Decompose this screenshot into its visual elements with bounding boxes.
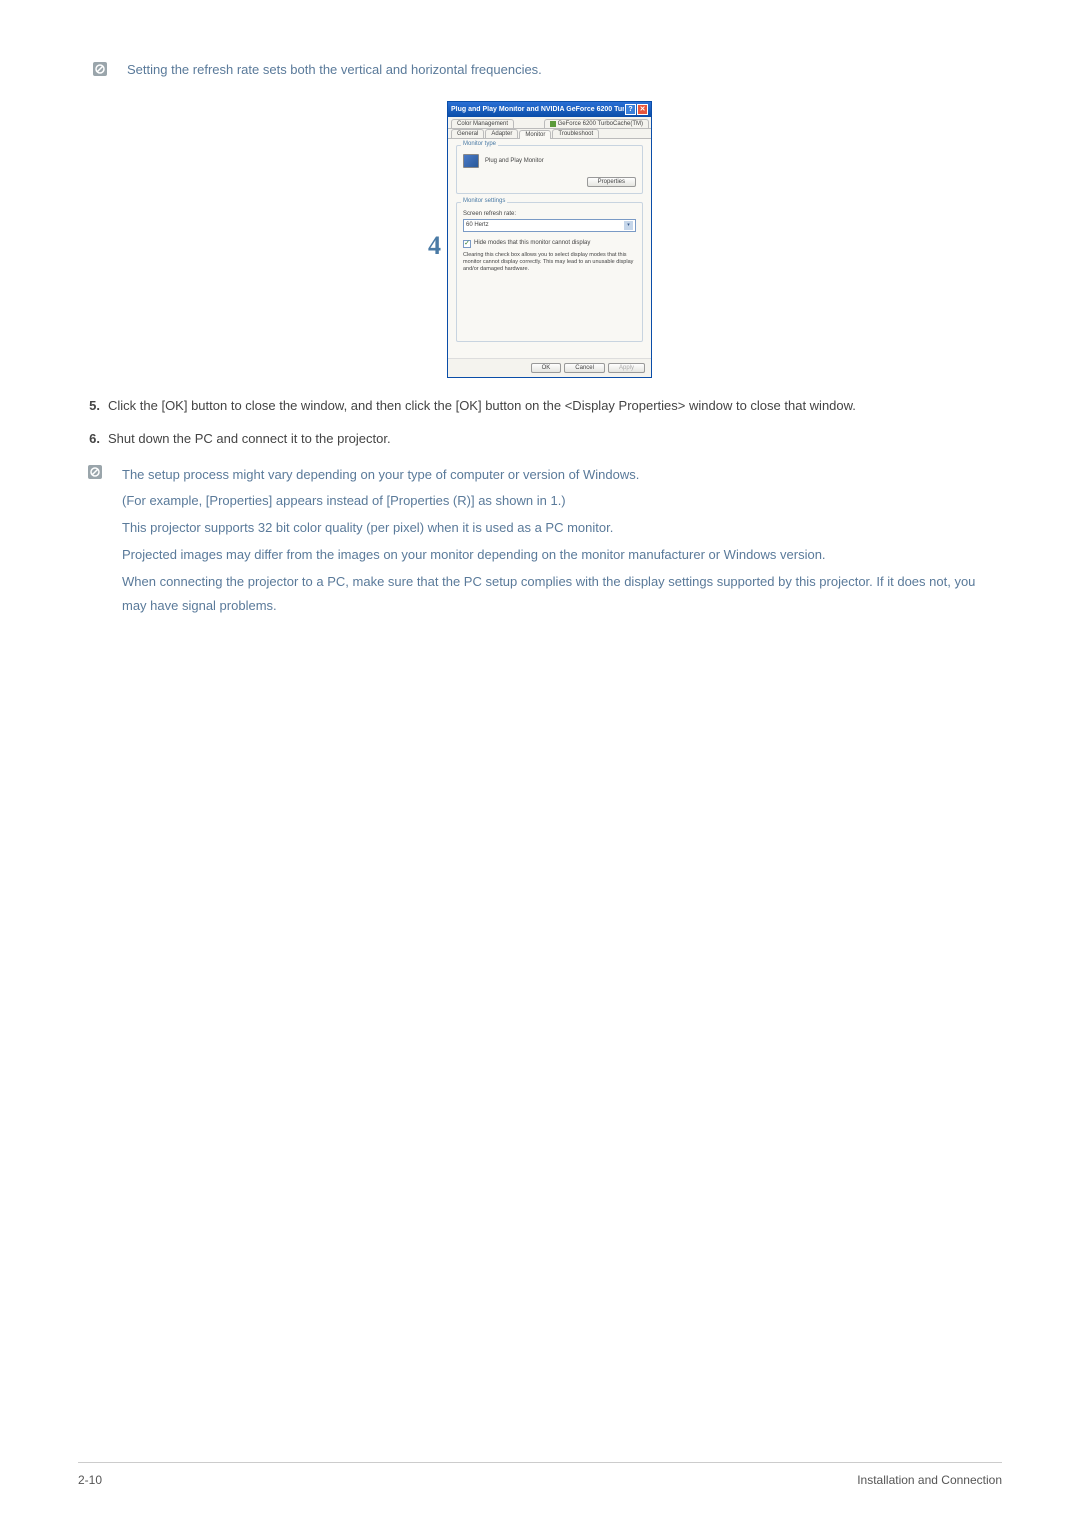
blue-notes-block: The setup process might vary depending o… xyxy=(78,463,1002,619)
step-6-number: 6. xyxy=(78,429,100,449)
step-6: 6. Shut down the PC and connect it to th… xyxy=(78,429,1002,449)
refresh-rate-dropdown[interactable]: 60 Hertz ▾ xyxy=(463,219,636,232)
hide-modes-checkbox[interactable]: ✓ xyxy=(463,240,471,248)
intro-note-row: Setting the refresh rate sets both the v… xyxy=(93,60,1002,81)
cancel-button[interactable]: Cancel xyxy=(564,363,605,373)
note-row-1: The setup process might vary depending o… xyxy=(88,463,1002,488)
hide-modes-help-text: Clearing this check box allows you to se… xyxy=(463,252,636,273)
step-5-text: Click the [OK] button to close the windo… xyxy=(108,396,856,416)
close-button[interactable]: ✕ xyxy=(637,104,648,115)
chevron-down-icon: ▾ xyxy=(624,221,633,230)
monitor-type-fieldset: Monitor type Plug and Play Monitor Prope… xyxy=(456,145,643,194)
note-5: When connecting the projector to a PC, m… xyxy=(122,570,1002,619)
note-row-5: When connecting the projector to a PC, m… xyxy=(88,570,1002,619)
tab-color-management[interactable]: Color Management xyxy=(451,119,514,128)
note-icon xyxy=(93,62,107,76)
steps-list: 5. Click the [OK] button to close the wi… xyxy=(78,396,1002,449)
note-row-4: Projected images may differ from the ima… xyxy=(88,543,1002,568)
tab-troubleshoot[interactable]: Troubleshoot xyxy=(552,129,599,138)
step-5: 5. Click the [OK] button to close the wi… xyxy=(78,396,1002,416)
page-footer: 2-10 Installation and Connection xyxy=(78,1462,1002,1487)
properties-button[interactable]: Properties xyxy=(587,177,636,187)
note-icon xyxy=(88,465,102,479)
monitor-type-legend: Monitor type xyxy=(461,141,498,147)
hide-modes-label: Hide modes that this monitor cannot disp… xyxy=(474,240,590,246)
refresh-rate-label: Screen refresh rate: xyxy=(463,211,636,217)
monitor-icon xyxy=(463,154,479,168)
monitor-settings-legend: Monitor settings xyxy=(461,198,507,204)
note-2: (For example, [Properties] appears inste… xyxy=(122,489,566,514)
apply-button: Apply xyxy=(608,363,645,373)
dialog-title: Plug and Play Monitor and NVIDIA GeForce… xyxy=(451,106,624,113)
note-3: This projector supports 32 bit color qua… xyxy=(122,516,613,541)
step-5-number: 5. xyxy=(78,396,100,416)
tab-adapter[interactable]: Adapter xyxy=(485,129,518,138)
intro-note-text: Setting the refresh rate sets both the v… xyxy=(127,60,542,81)
dialog-titlebar: Plug and Play Monitor and NVIDIA GeForce… xyxy=(448,102,651,117)
tab-general[interactable]: General xyxy=(451,129,484,138)
ok-button[interactable]: OK xyxy=(531,363,562,373)
monitor-type-value: Plug and Play Monitor xyxy=(485,158,544,164)
monitor-settings-fieldset: Monitor settings Screen refresh rate: 60… xyxy=(456,202,643,342)
hide-modes-checkbox-row[interactable]: ✓ Hide modes that this monitor cannot di… xyxy=(463,240,636,248)
help-button[interactable]: ? xyxy=(625,104,636,115)
dialog-body: Monitor type Plug and Play Monitor Prope… xyxy=(448,139,651,358)
step-number-4: 4 xyxy=(428,231,441,261)
section-title: Installation and Connection xyxy=(857,1473,1002,1487)
tab-monitor[interactable]: Monitor xyxy=(519,130,551,139)
note-1: The setup process might vary depending o… xyxy=(122,463,639,488)
tab-area: Color Management GeForce 6200 TurboCache… xyxy=(448,117,651,139)
dialog-footer: OK Cancel Apply xyxy=(448,358,651,377)
nvidia-icon xyxy=(550,121,556,127)
step-6-text: Shut down the PC and connect it to the p… xyxy=(108,429,391,449)
tab-geforce[interactable]: GeForce 6200 TurboCache(TM) xyxy=(544,119,649,128)
refresh-rate-value: 60 Hertz xyxy=(466,222,489,228)
note-row-2: (For example, [Properties] appears inste… xyxy=(88,489,1002,514)
page-number: 2-10 xyxy=(78,1473,102,1487)
monitor-properties-dialog: Plug and Play Monitor and NVIDIA GeForce… xyxy=(447,101,652,378)
dialog-screenshot: 4 Plug and Play Monitor and NVIDIA GeFor… xyxy=(78,101,1002,378)
note-row-3: This projector supports 32 bit color qua… xyxy=(88,516,1002,541)
note-4: Projected images may differ from the ima… xyxy=(122,543,826,568)
tab-geforce-label: GeForce 6200 TurboCache(TM) xyxy=(558,121,643,127)
